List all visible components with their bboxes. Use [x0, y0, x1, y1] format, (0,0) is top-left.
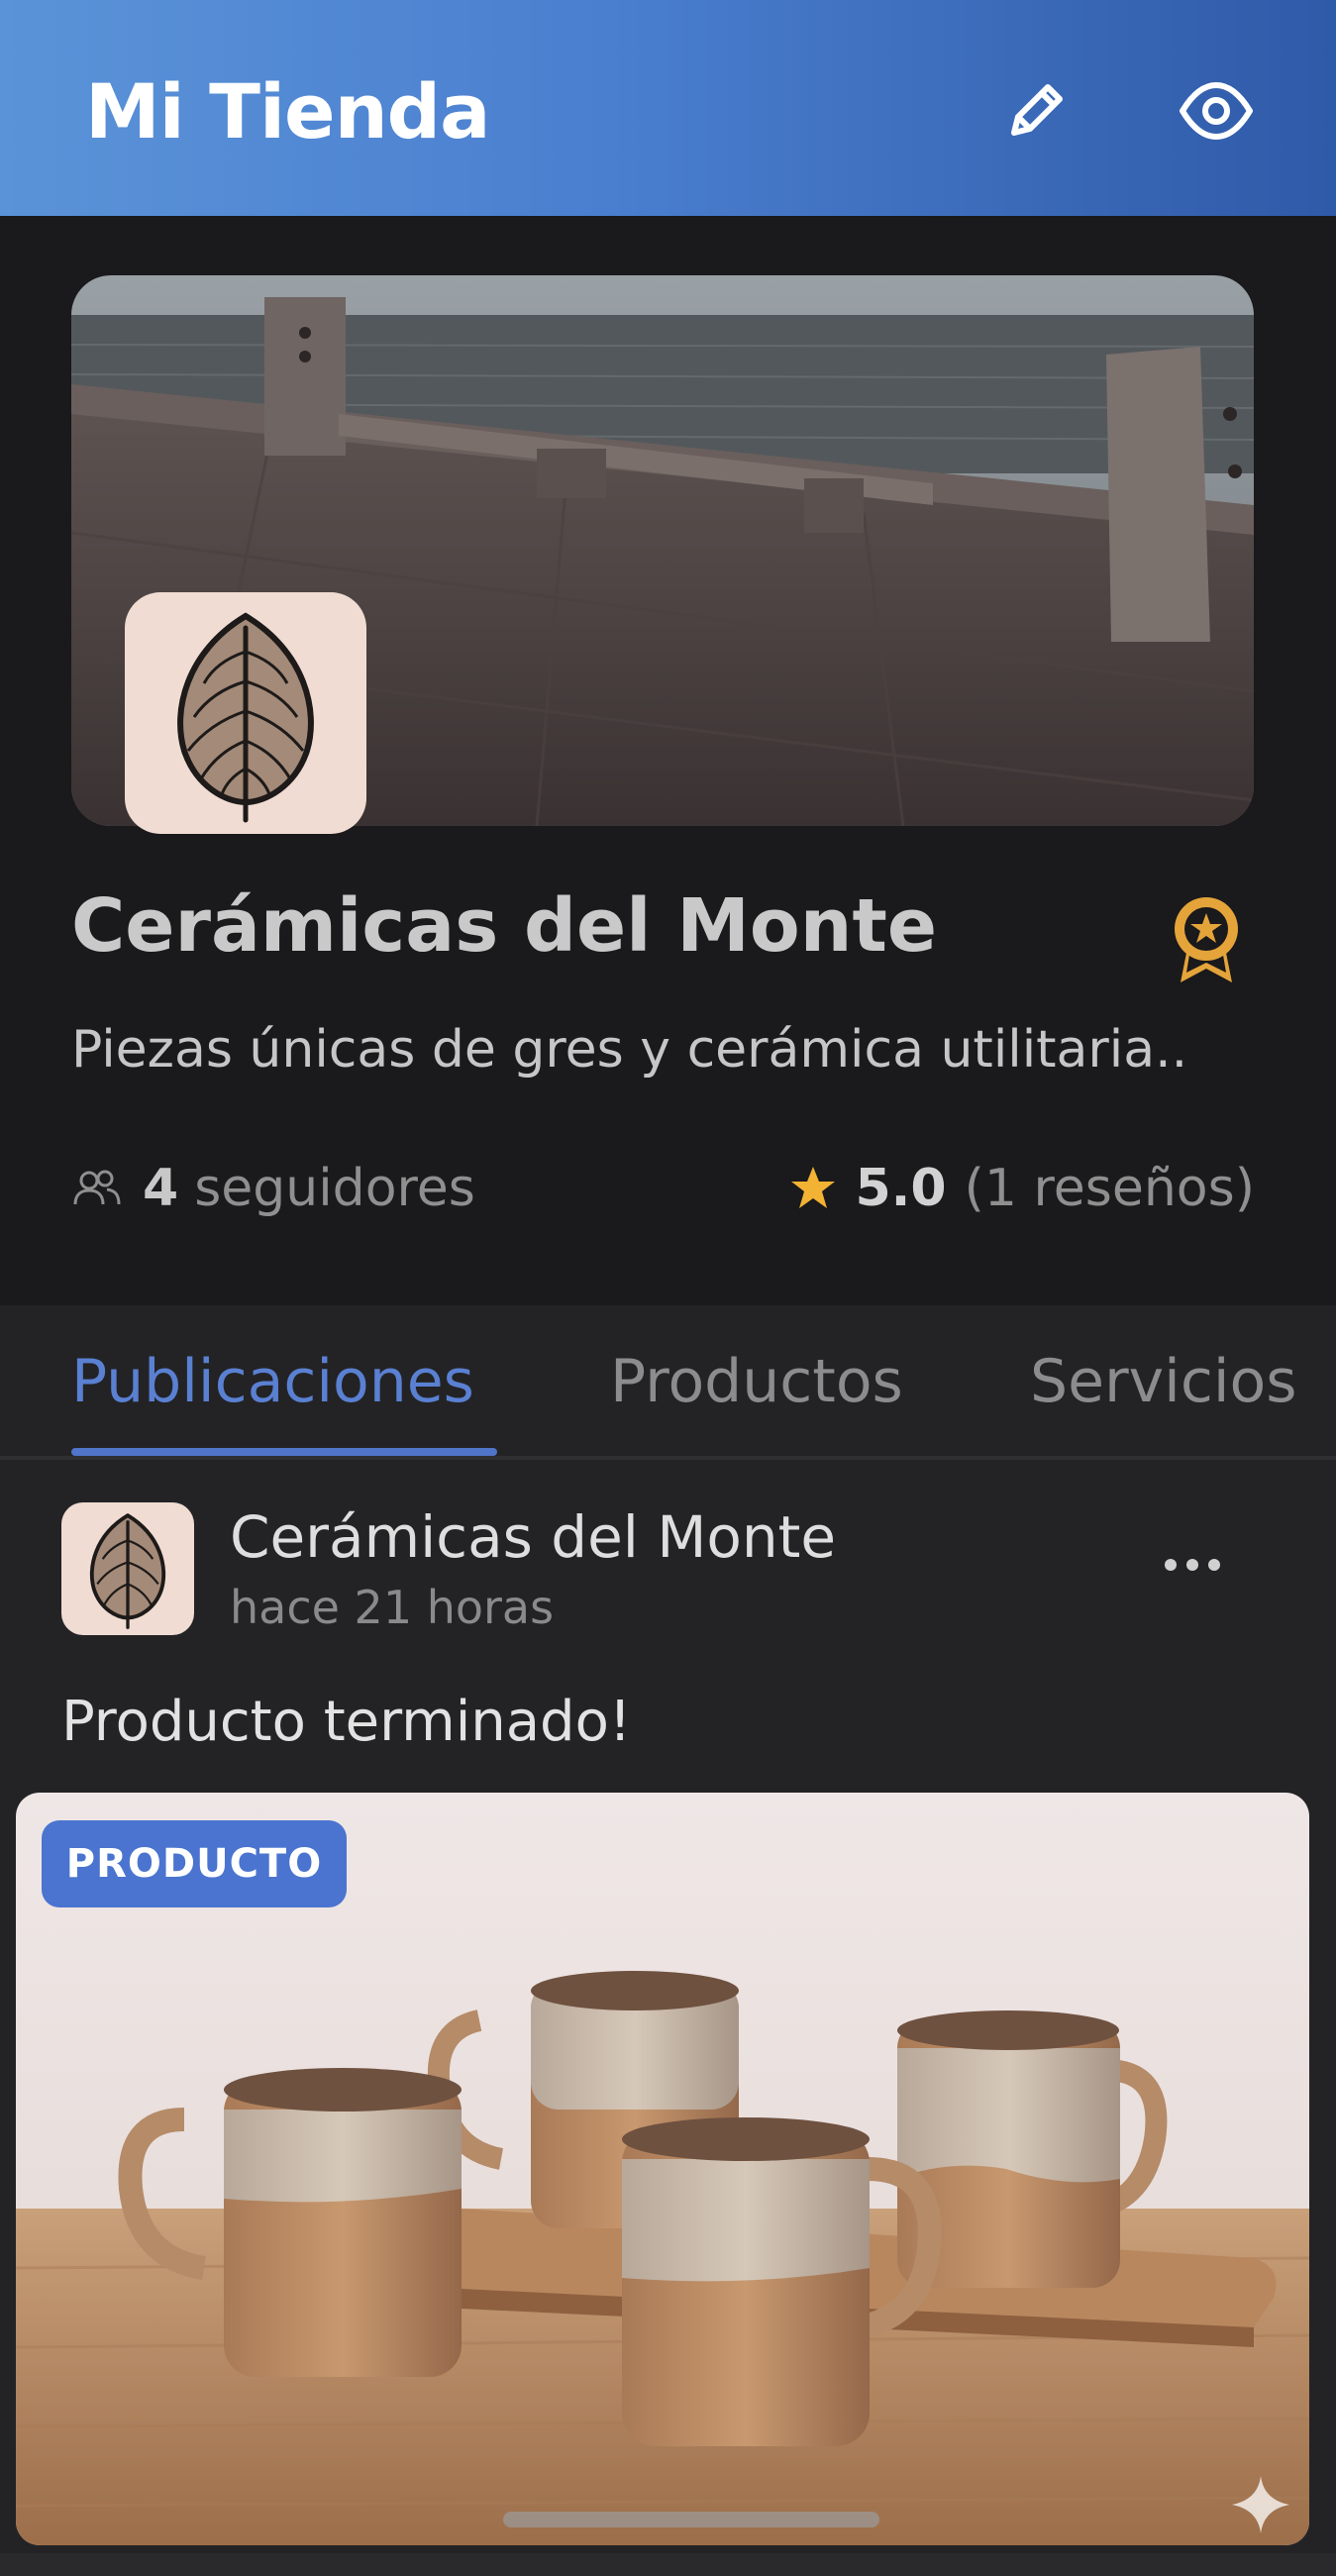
- sparkle-icon: [1228, 2472, 1293, 2537]
- post-text: Producto terminado!: [61, 1690, 632, 1754]
- eye-icon[interactable]: [1177, 71, 1256, 151]
- post-timestamp: hace 21 horas: [230, 1581, 555, 1634]
- active-tab-indicator: [71, 1448, 497, 1456]
- rating-reviews: (1 reseños): [964, 1159, 1255, 1218]
- more-horizontal-icon[interactable]: [1157, 1545, 1228, 1585]
- tab-servicios[interactable]: Servicios: [1030, 1347, 1296, 1416]
- store-description: Piezas únicas de gres y cerámica utilita…: [71, 1020, 1188, 1080]
- bottom-frame: [0, 2553, 1336, 2576]
- rating-value: 5.0: [855, 1159, 947, 1218]
- tab-publicaciones[interactable]: Publicaciones: [71, 1347, 474, 1416]
- app-header: Mi Tienda: [0, 0, 1336, 216]
- leaf-logo-icon: [125, 592, 366, 834]
- post-author-name[interactable]: Cerámicas del Monte: [230, 1503, 836, 1571]
- star-icon: [790, 1167, 835, 1208]
- home-indicator[interactable]: [503, 2512, 879, 2527]
- store-name: Cerámicas del Monte: [71, 883, 938, 969]
- page-title: Mi Tienda: [85, 67, 490, 155]
- tab-productos[interactable]: Productos: [610, 1347, 903, 1416]
- award-badge-icon: [1169, 891, 1244, 990]
- product-badge: PRODUCTO: [42, 1820, 347, 1907]
- followers-number: 4: [143, 1159, 179, 1218]
- pencil-icon[interactable]: [996, 71, 1076, 151]
- post-author-avatar[interactable]: [61, 1502, 194, 1635]
- tabs-bar: Publicaciones Productos Servicios: [0, 1305, 1336, 1460]
- followers-count[interactable]: 4 seguidores: [71, 1154, 475, 1223]
- followers-label: seguidores: [194, 1159, 475, 1218]
- store-rating[interactable]: 5.0 (1 reseños): [788, 1154, 1255, 1223]
- users-icon: [73, 1170, 121, 1205]
